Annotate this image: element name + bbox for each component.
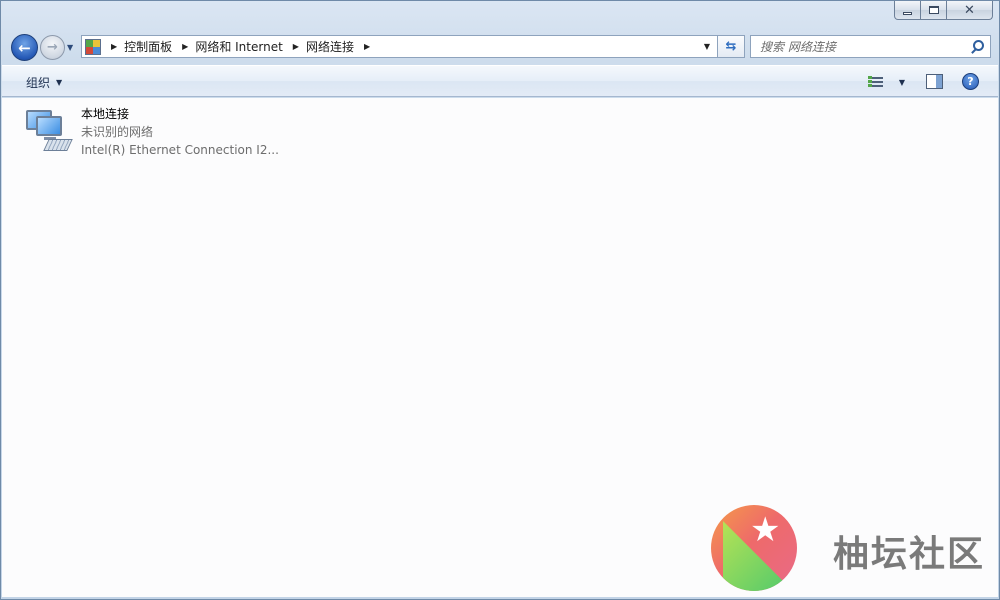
organize-label: 组织 bbox=[26, 75, 51, 90]
star-icon: ★ bbox=[750, 510, 781, 550]
chevron-down-icon: ▼ bbox=[67, 43, 74, 52]
connection-name: 本地连接 bbox=[81, 107, 130, 121]
connection-details: 本地连接 未识别的网络 Intel(R) Ethernet Connection… bbox=[81, 105, 279, 159]
control-panel-icon bbox=[85, 38, 101, 55]
refresh-button[interactable]: ⇆ bbox=[718, 35, 745, 58]
preview-pane-button[interactable] bbox=[926, 74, 943, 89]
close-icon: ✕ bbox=[964, 2, 975, 18]
content-pane: 本地连接 未识别的网络 Intel(R) Ethernet Connection… bbox=[2, 98, 998, 597]
help-button[interactable]: ? bbox=[962, 73, 979, 90]
recent-pages-button[interactable]: ▼ bbox=[67, 43, 73, 52]
network-connection-item[interactable]: 本地连接 未识别的网络 Intel(R) Ethernet Connection… bbox=[24, 106, 279, 159]
network-adapter-icon bbox=[24, 106, 76, 158]
close-button[interactable]: ✕ bbox=[947, 1, 993, 20]
command-bar: 组织 ▼ ▼ ? bbox=[2, 65, 998, 97]
breadcrumb-arrow-icon[interactable]: ▶ bbox=[182, 42, 188, 51]
change-view-button[interactable]: ▼ bbox=[868, 72, 908, 92]
forward-button[interactable]: → bbox=[40, 35, 65, 60]
breadcrumb-label: 网络连接 bbox=[305, 40, 354, 54]
breadcrumb-label: 控制面板 bbox=[124, 40, 173, 54]
caption-buttons: ✕ bbox=[894, 1, 993, 20]
search-box[interactable] bbox=[750, 35, 991, 58]
minimize-icon bbox=[903, 11, 912, 15]
maximize-icon bbox=[928, 6, 939, 14]
breadcrumb-arrow-icon[interactable]: ▶ bbox=[293, 42, 299, 51]
breadcrumb-label: 网络和 Internet bbox=[195, 40, 283, 54]
maximize-button[interactable] bbox=[921, 1, 947, 20]
organize-button[interactable]: 组织 ▼ bbox=[20, 72, 68, 92]
breadcrumb-arrow-icon: ▶ bbox=[111, 42, 118, 51]
breadcrumb-item[interactable]: 网络和 Internet ▶ bbox=[195, 36, 306, 57]
watermark-text: 柚坛社区 bbox=[833, 534, 986, 575]
connection-status: 未识别的网络 bbox=[81, 125, 154, 139]
search-input[interactable] bbox=[760, 39, 970, 54]
chevron-down-icon: ▼ bbox=[56, 77, 63, 87]
chevron-down-icon: ▼ bbox=[898, 77, 905, 87]
search-icon[interactable] bbox=[973, 40, 984, 51]
connection-device: Intel(R) Ethernet Connection I2... bbox=[81, 143, 279, 157]
back-arrow-icon: ← bbox=[18, 38, 31, 57]
breadcrumb-arrow-icon[interactable]: ▶ bbox=[364, 42, 370, 51]
back-button[interactable]: ← bbox=[11, 34, 38, 61]
refresh-icon: ⇆ bbox=[725, 39, 737, 54]
address-history-dropdown[interactable]: ▼ bbox=[697, 36, 717, 57]
address-bar[interactable]: ▶ 控制面板 ▶ 网络和 Internet ▶ 网络连接 ▶ ▼ bbox=[81, 35, 718, 58]
minimize-button[interactable] bbox=[894, 1, 921, 20]
watermark-logo: ★ bbox=[711, 505, 797, 591]
change-view-icon bbox=[868, 75, 883, 89]
breadcrumb-root-arrow[interactable]: ▶ bbox=[107, 36, 124, 57]
help-icon: ? bbox=[967, 75, 974, 88]
chevron-down-icon: ▼ bbox=[703, 42, 711, 51]
forward-arrow-icon: → bbox=[47, 40, 58, 55]
explorer-window: ✕ ← → ▼ ▶ 控制面板 ▶ 网络和 Internet ▶ 网络连接 ▶ ▼ ⇆ … bbox=[0, 0, 1000, 600]
breadcrumb-item[interactable]: 网络连接 ▶ bbox=[306, 36, 377, 57]
breadcrumb-item[interactable]: 控制面板 ▶ bbox=[124, 36, 195, 57]
